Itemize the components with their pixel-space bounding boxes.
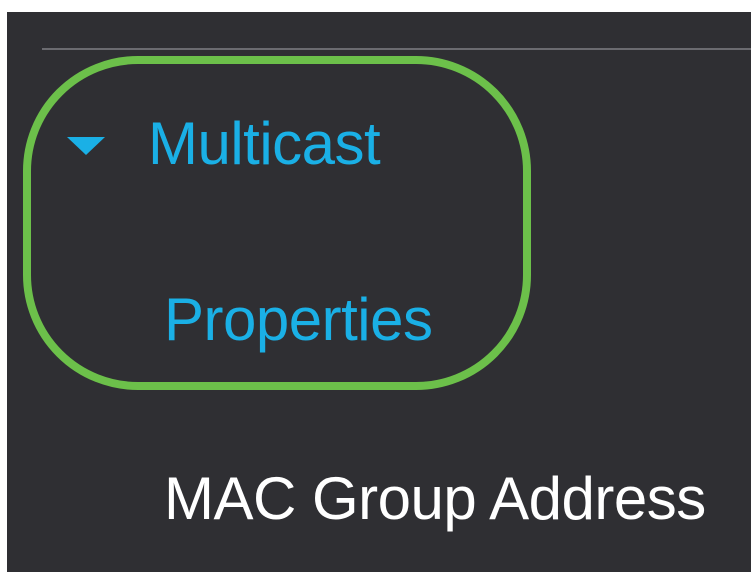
menu-item-mac-group-address[interactable]: MAC Group Address — [164, 469, 706, 529]
highlight-ring — [23, 56, 531, 390]
divider — [42, 48, 751, 50]
navigation-panel: Multicast Properties MAC Group Address — [7, 12, 751, 572]
